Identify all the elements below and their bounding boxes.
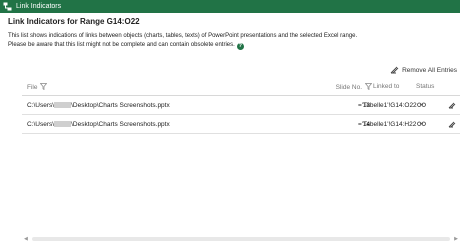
filter-icon[interactable] xyxy=(40,83,48,90)
remove-all-entries-button[interactable]: Remove All Entries xyxy=(390,66,457,74)
table-header: File Slide No. Linked to Status xyxy=(22,77,460,96)
description: This list shows indications of links bet… xyxy=(8,32,456,50)
column-file[interactable]: File xyxy=(27,83,48,91)
scroll-left-icon[interactable]: ◀ xyxy=(24,236,28,242)
table-row[interactable]: C:\Users\ \Desktop\Charts Screenshots.ppt… xyxy=(22,115,460,134)
description-line-2: Please be aware that this list might not… xyxy=(8,41,456,50)
link-indicator-icon xyxy=(3,2,12,11)
redacted-username xyxy=(54,121,72,127)
scroll-right-icon[interactable]: ▶ xyxy=(454,236,458,242)
scrollbar-track[interactable] xyxy=(32,237,450,241)
window-title: Link Indicators xyxy=(16,3,62,10)
file-path: C:\Users\ \Desktop\Charts Screenshots.ppt… xyxy=(27,121,170,128)
redacted-username xyxy=(54,102,72,108)
column-slide-no[interactable]: Slide No. xyxy=(336,83,372,91)
remove-all-entries-label: Remove All Entries xyxy=(402,66,457,74)
file-path-suffix: \Desktop\Charts Screenshots.pptx xyxy=(71,121,170,128)
link-chain-icon xyxy=(417,121,426,129)
file-path: C:\Users\ \Desktop\Charts Screenshots.ppt… xyxy=(27,102,170,109)
table-row[interactable]: C:\Users\ \Desktop\Charts Screenshots.ppt… xyxy=(22,96,460,115)
column-linked-to[interactable]: Linked to xyxy=(373,83,399,90)
description-line-2-text: Please be aware that this list might not… xyxy=(8,42,235,48)
column-status[interactable]: Status xyxy=(416,83,434,90)
description-line-1: This list shows indications of links bet… xyxy=(8,33,358,39)
linked-range: ='Tabelle1'!G14:O22 xyxy=(358,102,417,109)
column-slide-label: Slide No. xyxy=(335,84,362,91)
title-bar: Link Indicators xyxy=(0,0,460,13)
help-icon[interactable]: ? xyxy=(236,43,244,50)
page-title: Link Indicators for Range G14:O22 xyxy=(8,17,140,26)
file-path-prefix: C:\Users\ xyxy=(27,121,55,128)
links-table: File Slide No. Linked to Status C:\Users… xyxy=(22,77,460,134)
horizontal-scrollbar[interactable]: ◀ ▶ xyxy=(22,236,460,242)
filter-icon[interactable] xyxy=(365,83,372,90)
linked-range: ='Tabelle1'!G14:H22 xyxy=(358,121,417,128)
eraser-icon[interactable] xyxy=(448,102,456,111)
eraser-icon[interactable] xyxy=(448,121,456,130)
file-path-suffix: \Desktop\Charts Screenshots.pptx xyxy=(71,102,170,109)
eraser-icon xyxy=(390,66,399,74)
link-chain-icon xyxy=(417,102,426,110)
file-path-prefix: C:\Users\ xyxy=(27,102,55,109)
column-file-label: File xyxy=(27,84,38,91)
